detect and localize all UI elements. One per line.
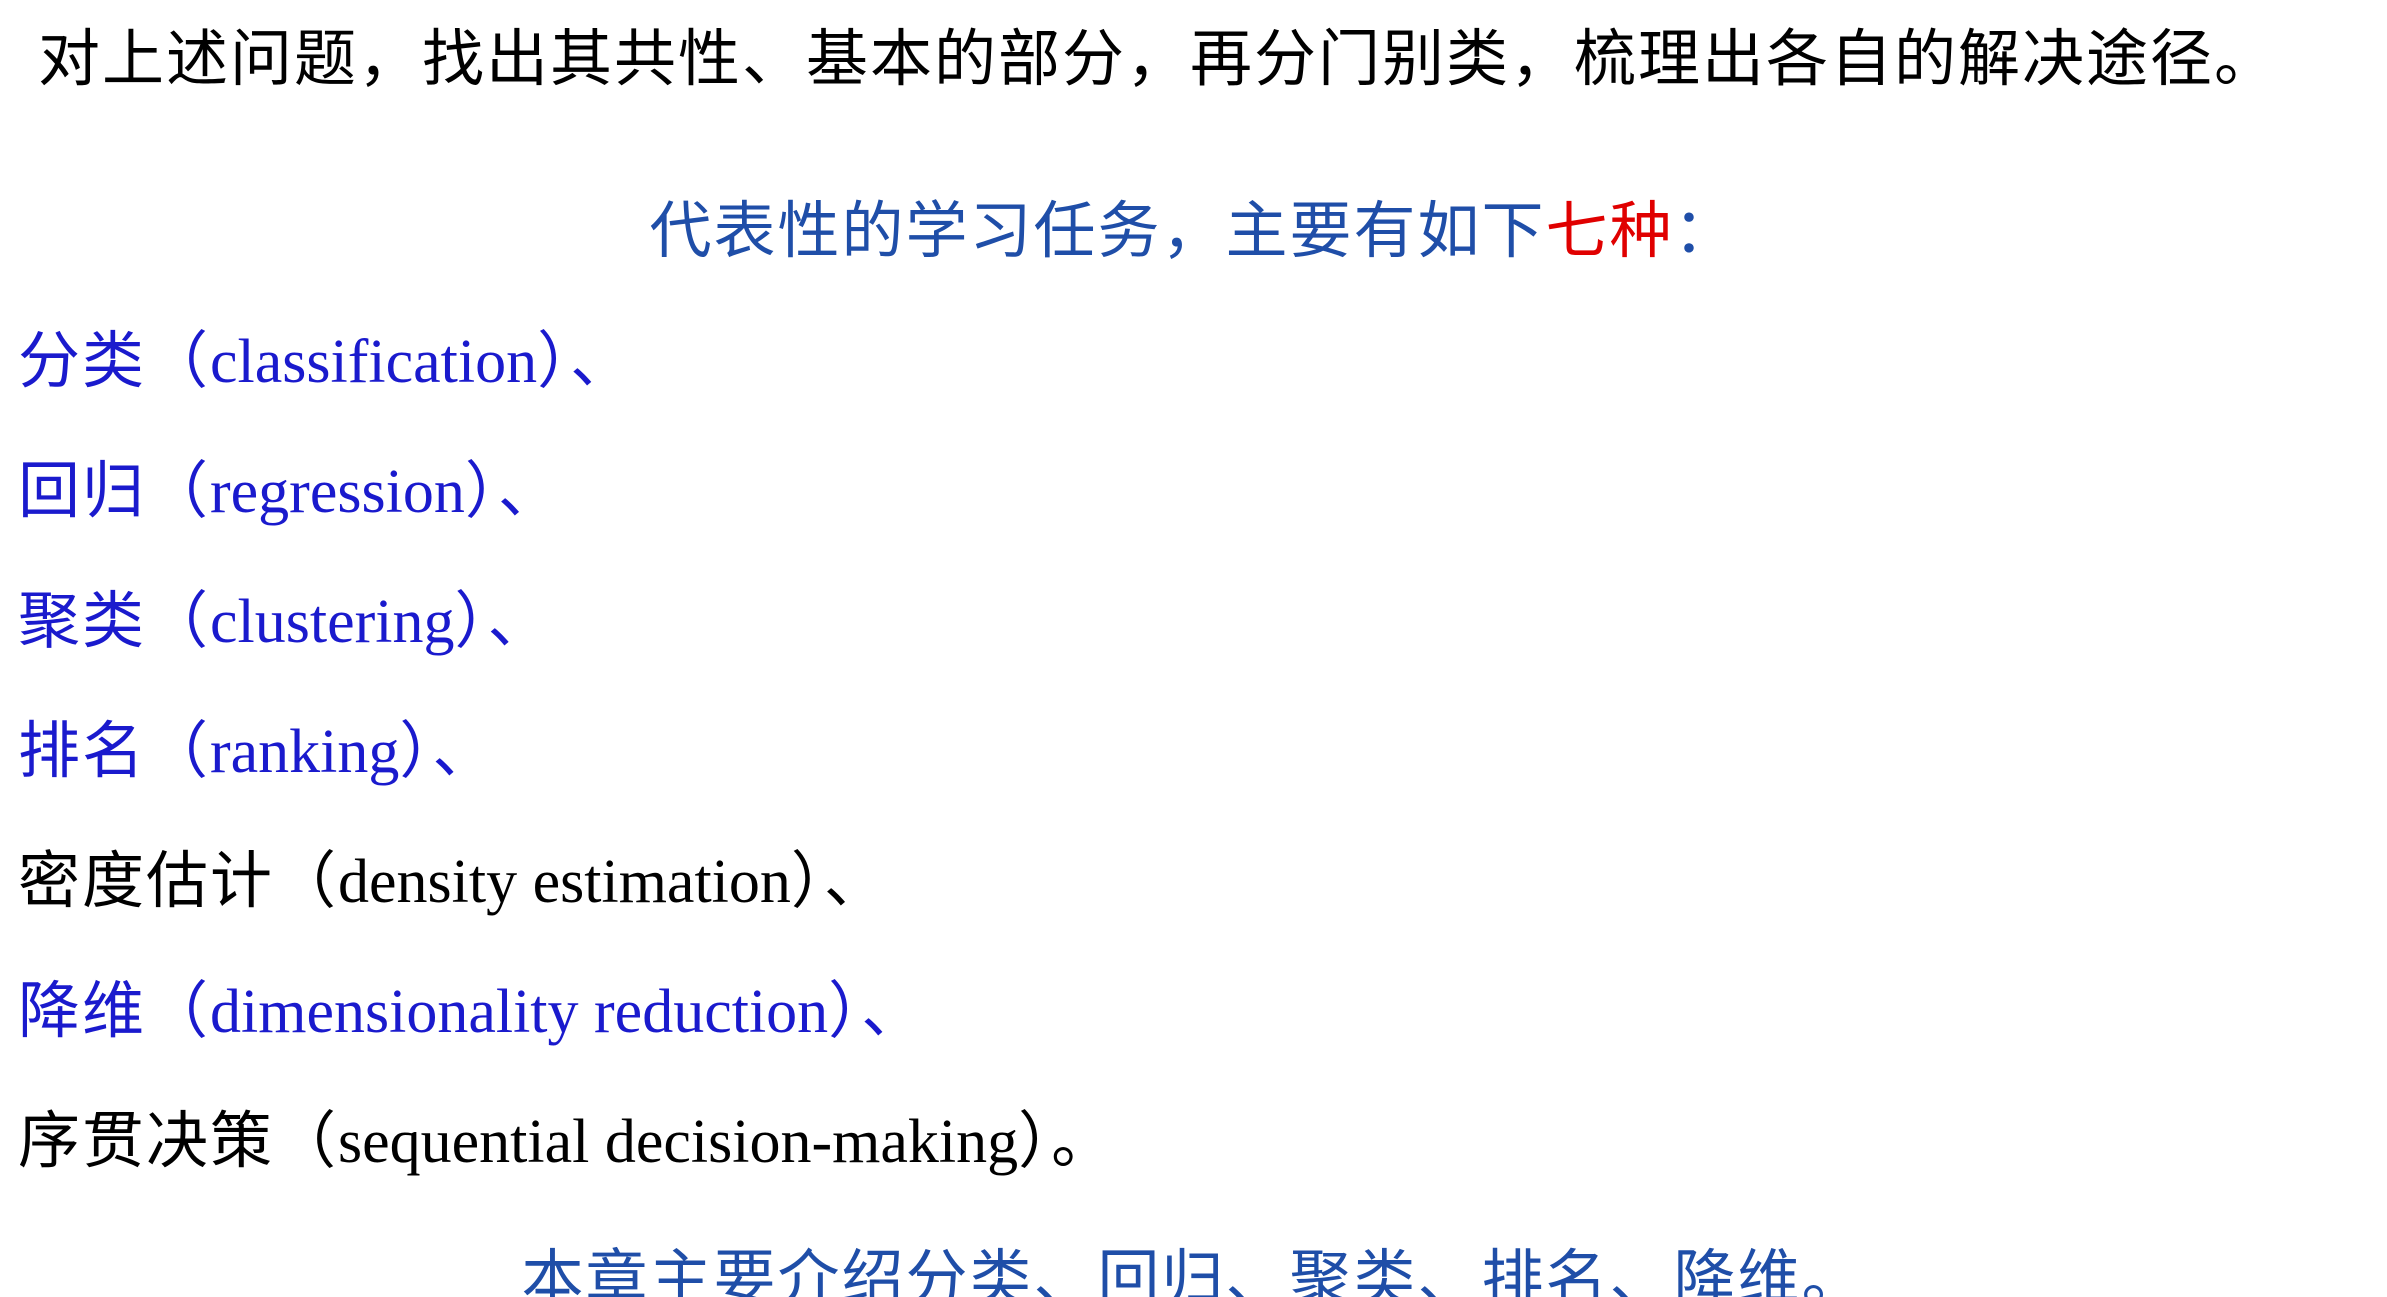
task-separator: 、 bbox=[487, 584, 552, 657]
intro-text: 对上述问题，找出其共性、基本的部分，再分门别类，梳理出各自的解决途径。 bbox=[38, 22, 2279, 95]
task-english: clustering bbox=[210, 588, 455, 656]
task-english: sequential decision-making bbox=[338, 1108, 1019, 1176]
chapter-summary: 本章主要介绍分类、回归、聚类、排名、降维。 bbox=[521, 1242, 1866, 1297]
heading-text: 代表性的学习任务，主要有如下 bbox=[649, 194, 1546, 267]
task-item-sequential-decision-making: 序贯决策（sequential decision-making）。 bbox=[18, 1108, 1115, 1176]
task-close-paren: ） bbox=[399, 714, 433, 787]
task-close-paren: ） bbox=[464, 454, 498, 527]
task-close-paren: ） bbox=[1018, 1104, 1052, 1177]
task-term: 分类（ bbox=[18, 324, 211, 397]
task-separator: 、 bbox=[861, 974, 926, 1047]
task-term: 回归（ bbox=[18, 454, 211, 527]
task-close-paren: ） bbox=[537, 324, 571, 397]
task-separator: 、 bbox=[497, 454, 562, 527]
task-item-density-estimation: 密度估计（density estimation）、 bbox=[18, 848, 888, 916]
task-separator: 、 bbox=[570, 324, 635, 397]
task-item-regression: 回归（regression）、 bbox=[18, 458, 562, 526]
task-english: ranking bbox=[210, 718, 400, 786]
task-separator: 、 bbox=[432, 714, 497, 787]
task-english: dimensionality reduction bbox=[210, 978, 829, 1046]
slide-page: 对上述问题，找出其共性、基本的部分，再分门别类，梳理出各自的解决途径。 代表性的… bbox=[0, 0, 2387, 1297]
task-close-paren: ） bbox=[828, 974, 862, 1047]
task-term: 密度估计（ bbox=[18, 844, 339, 917]
task-item-clustering: 聚类（clustering）、 bbox=[18, 588, 552, 656]
task-separator: 、 bbox=[823, 844, 888, 917]
task-item-ranking: 排名（ranking）、 bbox=[18, 718, 496, 786]
task-term: 降维（ bbox=[18, 974, 211, 1047]
task-english: regression bbox=[210, 458, 465, 526]
task-close-paren: ） bbox=[790, 844, 824, 917]
task-english: classification bbox=[210, 328, 538, 396]
task-item-classification: 分类（classification）、 bbox=[18, 328, 634, 396]
heading-colon: ： bbox=[1673, 194, 1738, 267]
tasks-heading: 代表性的学习任务，主要有如下七种： bbox=[0, 200, 2387, 262]
task-term: 排名（ bbox=[18, 714, 211, 787]
task-term: 聚类（ bbox=[18, 584, 211, 657]
heading-highlight: 七种 bbox=[1545, 194, 1674, 267]
task-separator: 。 bbox=[1051, 1104, 1116, 1177]
task-close-paren: ） bbox=[454, 584, 488, 657]
task-english: density estimation bbox=[338, 848, 791, 916]
task-term: 序贯决策（ bbox=[18, 1104, 339, 1177]
task-item-dimensionality-reduction: 降维（dimensionality reduction）、 bbox=[18, 978, 925, 1046]
